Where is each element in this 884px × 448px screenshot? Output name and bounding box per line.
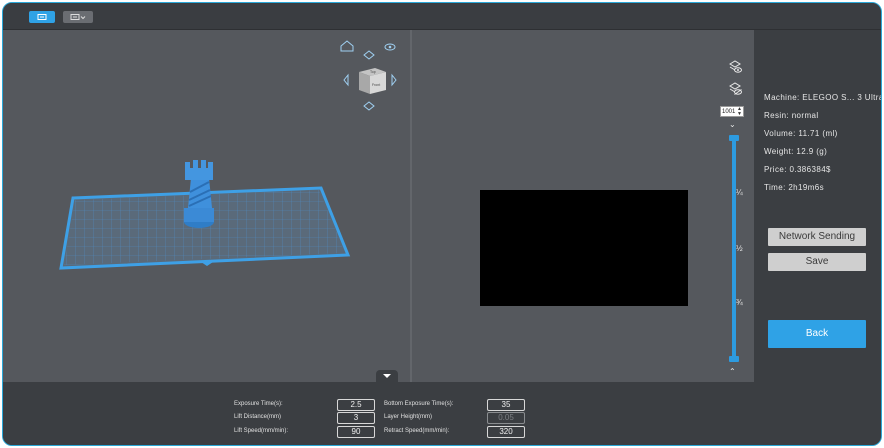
retract-speed-field[interactable]: 320 [487, 426, 525, 438]
view-cube-top-label: Top [370, 70, 376, 74]
network-sending-button[interactable]: Network Sending [768, 228, 866, 246]
chevron-down-icon[interactable]: ⌄ [729, 120, 736, 129]
view-cube[interactable]: Top Front [359, 68, 386, 94]
collapse-params-tab[interactable] [376, 370, 398, 382]
lift-speed-field[interactable]: 90 [337, 426, 375, 438]
view-cube-front-label: Front [372, 83, 380, 87]
machine-info: Machine: ELEGOO S... 3 Ultra [764, 93, 882, 102]
rotate-up-icon[interactable] [363, 50, 375, 60]
lift-speed-label: Lift Speed(mm/min): [234, 428, 289, 434]
exposure-time-label: Exposure Time(s): [234, 401, 283, 407]
layer-preview-viewport: 1001 ▲ ▼ ⌄ ¼ ½ ¾ ⌃ [412, 30, 754, 382]
build-plate-scene: Top Front [59, 40, 397, 270]
home-view-icon[interactable] [340, 40, 354, 52]
layer-number-input[interactable]: 1001 ▲ ▼ [720, 106, 744, 117]
3d-viewport[interactable]: Top Front [3, 30, 410, 382]
top-toolbar [3, 3, 881, 30]
layer-visibility-icon[interactable] [728, 60, 742, 74]
weight-info: Weight: 12.9 (g) [764, 147, 828, 156]
slider-mark-half: ½ [736, 244, 743, 253]
volume-info: Volume: 11.71 (ml) [764, 129, 838, 138]
bottom-exposure-field[interactable]: 35 [487, 399, 525, 411]
slider-mark-quarter: ¼ [736, 188, 743, 197]
chevron-up-icon[interactable]: ⌃ [729, 367, 736, 376]
rotate-left-icon[interactable] [343, 73, 349, 87]
caret-down-icon [383, 374, 391, 378]
layer-slider-bottom-handle[interactable] [729, 356, 739, 362]
slider-mark-three-quarter: ¾ [736, 298, 743, 307]
rotate-down-icon[interactable] [363, 101, 375, 111]
layers-dropdown-icon [70, 14, 86, 20]
rotate-right-icon[interactable] [391, 73, 397, 87]
layer-height-label: Layer Height(mm) [384, 414, 433, 420]
time-info: Time: 2h19m6s [764, 183, 825, 192]
layer-preview-image [480, 190, 688, 306]
resin-info: Resin: normal [764, 111, 819, 120]
bottom-exposure-label: Bottom Exposure Time(s): [384, 401, 454, 407]
info-panel: Machine: ELEGOO S... 3 Ultra Resin: norm… [754, 30, 881, 445]
layer-hide-icon[interactable] [728, 82, 742, 96]
model-view-button[interactable] [63, 11, 93, 23]
layer-height-field: 0.05 [487, 412, 525, 424]
slice-view-button[interactable] [29, 11, 55, 23]
retract-speed-label: Retract Speed(mm/min): [384, 428, 450, 434]
layer-slider-top-handle[interactable] [729, 135, 739, 141]
save-button[interactable]: Save [768, 253, 866, 271]
layers-icon [37, 14, 47, 20]
lift-distance-label: Lift Distance(mm) [234, 414, 282, 420]
layer-number-value: 1001 [722, 109, 736, 115]
back-button[interactable]: Back [768, 320, 866, 348]
app-window: Top Front 1001 ▲ ▼ ⌄ ¼ ½ ¾ ⌃ Machine: EL… [2, 2, 882, 446]
view-nav: Top Front [340, 40, 397, 111]
spin-arrows-icon[interactable]: ▲ ▼ [737, 107, 742, 117]
price-info: Price: 0.386384$ [764, 165, 831, 174]
lift-distance-field[interactable]: 3 [337, 412, 375, 424]
print-params-panel: Exposure Time(s): 2.5 Lift Distance(mm) … [3, 382, 754, 445]
exposure-time-field[interactable]: 2.5 [337, 399, 375, 411]
